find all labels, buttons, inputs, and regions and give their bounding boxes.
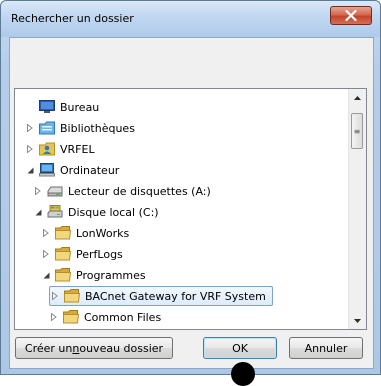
new-folder-button[interactable]: Créer un n ouveau dossier xyxy=(15,337,173,359)
tree-item-bacnet-gateway-for-vrf-system[interactable]: BACnet Gateway for VRF System xyxy=(49,286,273,306)
collapsed-arrow-icon[interactable] xyxy=(25,139,35,159)
grip-icon: ≡ xyxy=(353,126,361,136)
collapsed-arrow-icon[interactable] xyxy=(41,244,51,264)
scroll-up-icon xyxy=(354,95,361,100)
folder-icon xyxy=(54,245,72,263)
tree-item-label: Programmes xyxy=(76,268,146,282)
tree-item-label: Bibliothèques xyxy=(60,121,135,135)
new-folder-label-mnemonic: n xyxy=(72,341,80,355)
vertical-scrollbar[interactable]: ≡ xyxy=(348,89,366,329)
tree-item-label: BACnet Gateway for VRF System xyxy=(85,289,266,303)
expanded-arrow-icon[interactable] xyxy=(25,160,35,180)
scroll-down-icon xyxy=(354,318,361,323)
tree-item-bureau[interactable]: Bureau xyxy=(25,97,99,117)
ok-button[interactable]: OK xyxy=(203,337,277,359)
window-title: Rechercher un dossier xyxy=(11,12,134,25)
tree-item-label: LonWorks xyxy=(76,226,130,240)
tree-item-label: Lecteur de disquettes (A:) xyxy=(68,184,211,198)
expanded-arrow-icon[interactable] xyxy=(33,202,43,222)
tree-item-vrfel[interactable]: VRFEL xyxy=(25,139,95,159)
collapsed-arrow-icon[interactable] xyxy=(41,223,51,243)
user-folder-icon xyxy=(38,140,56,158)
scroll-thumb[interactable]: ≡ xyxy=(351,113,363,149)
expanded-arrow-icon[interactable] xyxy=(41,265,51,285)
tree-item-common-files[interactable]: Common Files xyxy=(49,307,161,327)
collapsed-arrow-icon[interactable] xyxy=(49,307,59,327)
collapsed-arrow-icon[interactable] xyxy=(33,181,43,201)
tree-item-lonworks[interactable]: LonWorks xyxy=(41,223,129,243)
desktop-icon xyxy=(38,98,56,116)
no-expander xyxy=(25,97,35,117)
local-disk-icon xyxy=(46,203,64,221)
tree-item-label: Disque local (C:) xyxy=(68,205,159,219)
folder-tree[interactable]: Bureau Bibliothèques VRFEL Ordinateur Lecteu… xyxy=(14,88,367,330)
tree-item-biblioth-ques[interactable]: Bibliothèques xyxy=(25,118,135,138)
tree-item-label: Common Files xyxy=(84,310,162,324)
browse-folder-dialog: Rechercher un dossier Bureau Bibliothèque… xyxy=(0,0,381,375)
close-button[interactable] xyxy=(330,6,372,25)
computer-icon xyxy=(38,161,56,179)
folder-icon xyxy=(54,224,72,242)
collapsed-arrow-icon[interactable] xyxy=(50,286,60,306)
pointer-indicator xyxy=(231,362,255,386)
tree-item-label: VRFEL xyxy=(60,142,95,156)
collapsed-arrow-icon[interactable] xyxy=(25,118,35,138)
tree-item-ordinateur[interactable]: Ordinateur xyxy=(25,160,119,180)
scroll-down-button[interactable] xyxy=(349,312,366,329)
tree-item-perflogs[interactable]: PerfLogs xyxy=(41,244,123,264)
floppy-drive-icon xyxy=(46,182,64,200)
folder-icon xyxy=(62,308,80,326)
tree-item-label: Bureau xyxy=(60,100,100,114)
dialog-body: Bureau Bibliothèques VRFEL Ordinateur Lecteu… xyxy=(9,37,374,369)
folder-icon xyxy=(63,287,81,305)
folder-icon xyxy=(54,266,72,284)
tree-item-lecteur-de-disquettes-a[interactable]: Lecteur de disquettes (A:) xyxy=(33,181,211,201)
tree-item-programmes[interactable]: Programmes xyxy=(41,265,146,285)
new-folder-label-suffix: ouveau dossier xyxy=(79,341,164,355)
scroll-up-button[interactable] xyxy=(349,89,366,106)
tree-item-disque-local-c[interactable]: Disque local (C:) xyxy=(33,202,159,222)
cancel-button[interactable]: Annuler xyxy=(289,337,363,359)
libraries-icon xyxy=(38,119,56,137)
new-folder-label-prefix: Créer un xyxy=(24,341,73,355)
tree-item-label: Ordinateur xyxy=(60,163,120,177)
tree-item-label: PerfLogs xyxy=(76,247,123,261)
description-area xyxy=(10,38,373,86)
close-icon xyxy=(345,10,357,21)
title-bar[interactable]: Rechercher un dossier xyxy=(1,1,380,37)
